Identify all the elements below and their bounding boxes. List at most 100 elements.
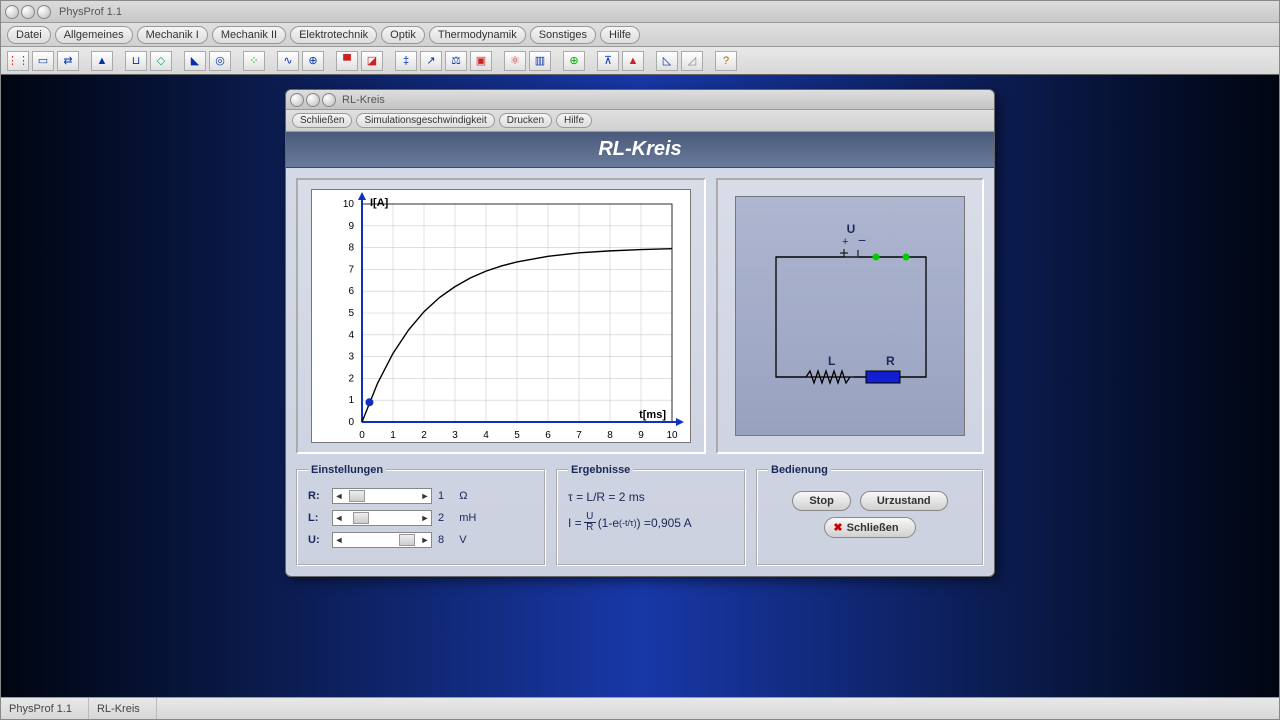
tool-24-icon[interactable]: ◿ <box>681 51 703 71</box>
tool-18-icon[interactable]: ⚛ <box>504 51 526 71</box>
results-legend: Ergebnisse <box>568 464 633 476</box>
tool-14-icon[interactable]: ‡ <box>395 51 417 71</box>
unit-l: mH <box>459 512 476 524</box>
window-close-icon[interactable] <box>5 5 19 19</box>
value-l: 2 <box>438 512 444 524</box>
svg-text:3: 3 <box>348 352 354 363</box>
stop-button[interactable]: Stop <box>792 491 850 511</box>
current-vs-time-chart: 012345678910012345678910I[A]t[ms] <box>311 189 691 443</box>
slider-r[interactable]: ◄ ► <box>332 488 432 504</box>
graph-panel: 012345678910012345678910I[A]t[ms] <box>296 178 706 454</box>
tool-8-icon[interactable]: ◎ <box>209 51 231 71</box>
svg-text:1: 1 <box>390 430 396 441</box>
child-window: RL-Kreis Schließen Simulationsgeschwindi… <box>285 89 995 577</box>
chart-svg: 012345678910012345678910I[A]t[ms] <box>312 190 692 444</box>
svg-text:0: 0 <box>348 417 354 428</box>
menu-thermodynamik[interactable]: Thermodynamik <box>429 26 526 44</box>
menu-allgemeines[interactable]: Allgemeines <box>55 26 133 44</box>
close-button[interactable]: ✖Schließen <box>824 517 915 538</box>
menu-elektrotechnik[interactable]: Elektrotechnik <box>290 26 377 44</box>
menu-optik[interactable]: Optik <box>381 26 425 44</box>
window-min-icon[interactable] <box>21 5 35 19</box>
svg-text:4: 4 <box>348 330 354 341</box>
menu-sonstiges[interactable]: Sonstiges <box>530 26 596 44</box>
slider-u-left-icon[interactable]: ◄ <box>333 535 345 545</box>
svg-text:6: 6 <box>545 430 551 441</box>
tool-21-icon[interactable]: ⊼ <box>597 51 619 71</box>
slider-l[interactable]: ◄ ► <box>332 510 432 526</box>
slider-r-right-icon[interactable]: ► <box>419 491 431 501</box>
current-formula: I = U R (1-e(-t/τ)) = 0,905 A <box>568 512 734 533</box>
results-fieldset: Ergebnisse τ = L/R = 2 ms I = U R <box>556 464 746 566</box>
tool-7-icon[interactable]: ◣ <box>184 51 206 71</box>
tool-23-icon[interactable]: ◺ <box>656 51 678 71</box>
svg-text:10: 10 <box>666 430 678 441</box>
child-menu-close[interactable]: Schließen <box>292 113 352 128</box>
slider-l-left-icon[interactable]: ◄ <box>333 513 345 523</box>
tool-10-icon[interactable]: ∿ <box>277 51 299 71</box>
value-r: 1 <box>438 490 444 502</box>
menu-datei[interactable]: Datei <box>7 26 51 44</box>
tool-11-icon[interactable]: ⊕ <box>302 51 324 71</box>
child-menubar: Schließen Simulationsgeschwindigkeit Dru… <box>286 110 994 132</box>
child-menu-help[interactable]: Hilfe <box>556 113 592 128</box>
unit-u: V <box>459 534 466 546</box>
main-menubar: Datei Allgemeines Mechanik I Mechanik II… <box>1 23 1279 47</box>
child-menu-print[interactable]: Drucken <box>499 113 552 128</box>
slider-r-left-icon[interactable]: ◄ <box>333 491 345 501</box>
slider-u-right-icon[interactable]: ► <box>419 535 431 545</box>
svg-text:10: 10 <box>343 199 355 210</box>
tool-16-icon[interactable]: ⚖ <box>445 51 467 71</box>
slider-u[interactable]: ◄ ► <box>332 532 432 548</box>
close-x-icon: ✖ <box>833 522 842 534</box>
tool-22-icon[interactable]: ▲ <box>622 51 644 71</box>
tool-6-icon[interactable]: ◇ <box>150 51 172 71</box>
value-u: 8 <box>438 534 444 546</box>
reset-button[interactable]: Urzustand <box>860 491 948 511</box>
tool-19-icon[interactable]: ▥ <box>529 51 551 71</box>
label-r: R: <box>308 490 326 502</box>
tau-formula: τ = L/R = 2 ms <box>568 490 734 504</box>
tool-4-icon[interactable]: ▲ <box>91 51 113 71</box>
menu-hilfe[interactable]: Hilfe <box>600 26 640 44</box>
label-l: L: <box>308 512 326 524</box>
circuit-diagram: U + − L <box>735 196 965 436</box>
tool-help-icon[interactable]: ? <box>715 51 737 71</box>
settings-legend: Einstellungen <box>308 464 386 476</box>
tool-3-icon[interactable]: ⇄ <box>57 51 79 71</box>
svg-text:0: 0 <box>359 430 365 441</box>
child-titlebar[interactable]: RL-Kreis <box>286 90 994 110</box>
child-max-icon[interactable] <box>322 93 336 107</box>
circuit-label-u: U <box>847 222 856 236</box>
tool-13-icon[interactable]: ◪ <box>361 51 383 71</box>
tool-12-icon[interactable]: ▀ <box>336 51 358 71</box>
tool-5-icon[interactable]: ⊔ <box>125 51 147 71</box>
tool-9-icon[interactable]: ⁘ <box>243 51 265 71</box>
titlebar[interactable]: PhysProf 1.1 <box>1 1 1279 23</box>
circuit-panel: U + − L <box>716 178 984 454</box>
unit-r: Ω <box>459 490 467 502</box>
main-window: PhysProf 1.1 Datei Allgemeines Mechanik … <box>0 0 1280 720</box>
label-u: U: <box>308 534 326 546</box>
tool-20-icon[interactable]: ⊕ <box>563 51 585 71</box>
svg-text:3: 3 <box>452 430 458 441</box>
svg-text:1: 1 <box>348 395 354 406</box>
child-menu-speed[interactable]: Simulationsgeschwindigkeit <box>356 113 494 128</box>
svg-text:5: 5 <box>514 430 520 441</box>
window-max-icon[interactable] <box>37 5 51 19</box>
menu-mechanik2[interactable]: Mechanik II <box>212 26 286 44</box>
status-app: PhysProf 1.1 <box>1 698 89 719</box>
circuit-node-icon <box>903 254 910 261</box>
svg-text:8: 8 <box>348 243 354 254</box>
child-close-icon[interactable] <box>290 93 304 107</box>
tool-2-icon[interactable]: ▭ <box>32 51 54 71</box>
child-min-icon[interactable] <box>306 93 320 107</box>
tool-17-icon[interactable]: ▣ <box>470 51 492 71</box>
circuit-node-icon <box>873 254 880 261</box>
slider-l-right-icon[interactable]: ► <box>419 513 431 523</box>
svg-text:+: + <box>842 236 848 248</box>
tool-1-icon[interactable]: ⋮⋮ <box>7 51 29 71</box>
menu-mechanik1[interactable]: Mechanik I <box>137 26 208 44</box>
circuit-label-l: L <box>828 354 835 368</box>
tool-15-icon[interactable]: ↗ <box>420 51 442 71</box>
